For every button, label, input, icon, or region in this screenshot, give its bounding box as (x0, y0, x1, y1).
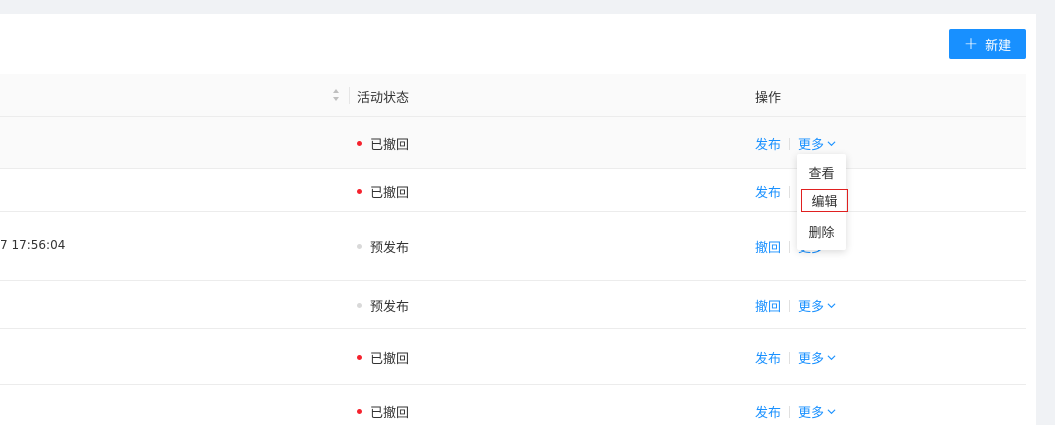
ops-divider (789, 299, 791, 312)
dropdown-item-view[interactable]: 查看 (797, 160, 846, 184)
status-badge: 已撤回 (357, 402, 409, 421)
status-badge: 已撤回 (357, 182, 409, 201)
chevron-down-icon (827, 409, 836, 415)
more-dropdown[interactable]: 更多 (798, 296, 836, 315)
more-label: 更多 (798, 138, 825, 153)
publish-link[interactable]: 发布 (755, 182, 781, 201)
header-ops: 操作 (755, 91, 782, 106)
status-badge: 已撤回 (357, 348, 409, 367)
status-text: 已撤回 (370, 138, 410, 153)
more-label: 更多 (798, 406, 825, 421)
ops-divider (789, 185, 791, 198)
status-text: 已撤回 (370, 186, 410, 201)
table-header: 活动状态 操作 (0, 74, 1026, 117)
table-row: 预发布 撤回 更多 (0, 281, 1026, 329)
withdraw-link[interactable]: 撤回 (755, 237, 781, 256)
row-ops: 撤回 更多 (755, 296, 836, 315)
status-badge: 预发布 (357, 296, 409, 315)
header-status: 活动状态 (357, 91, 410, 106)
status-badge: 预发布 (357, 237, 409, 256)
status-dot-icon (357, 244, 362, 249)
chevron-down-icon (827, 141, 836, 147)
status-dot-icon (357, 189, 362, 194)
status-text: 预发布 (370, 241, 410, 256)
table-row: 已撤回 发布 更多 (0, 169, 1026, 212)
table-row: 已撤回 发布 更多 (0, 385, 1026, 425)
ops-divider (789, 137, 791, 150)
status-dot-icon (357, 141, 362, 146)
table-row: 已撤回 发布 更多 (0, 117, 1026, 169)
ops-divider (789, 240, 791, 253)
ops-divider (789, 405, 791, 418)
publish-link[interactable]: 发布 (755, 348, 781, 367)
dropdown-item-edit[interactable]: 编辑 (801, 189, 848, 212)
status-text: 预发布 (370, 300, 410, 315)
more-dropdown[interactable]: 更多 (798, 134, 836, 153)
status-text: 已撤回 (370, 352, 410, 367)
publish-link[interactable]: 发布 (755, 402, 781, 421)
publish-link[interactable]: 发布 (755, 134, 781, 153)
chevron-down-icon (827, 303, 836, 309)
row-ops: 发布 更多 (755, 348, 836, 367)
new-button[interactable]: + 新建 (949, 29, 1026, 59)
row-ops: 发布 更多 (755, 402, 836, 421)
more-dropdown[interactable]: 更多 (798, 402, 836, 421)
new-button-label: 新建 (985, 38, 1012, 54)
status-badge: 已撤回 (357, 134, 409, 153)
more-dropdown[interactable]: 更多 (798, 348, 836, 367)
withdraw-link[interactable]: 撤回 (755, 296, 781, 315)
ops-divider (789, 351, 791, 364)
more-dropdown-menu: 查看 编辑 删除 (797, 154, 848, 250)
table-row: 7 17:56:04 预发布 撤回 更多 (0, 212, 1026, 281)
header-divider (349, 87, 350, 104)
sort-icon[interactable] (332, 88, 340, 102)
status-dot-icon (357, 409, 362, 414)
dropdown-item-delete[interactable]: 删除 (797, 219, 846, 243)
status-text: 已撤回 (370, 406, 410, 421)
row-ops: 发布 更多 (755, 134, 836, 153)
chevron-down-icon (827, 355, 836, 361)
status-dot-icon (357, 355, 362, 360)
more-label: 更多 (798, 352, 825, 367)
status-dot-icon (357, 303, 362, 308)
plus-icon: + (963, 33, 979, 54)
row-time: 7 17:56:04 (0, 238, 66, 252)
more-label: 更多 (798, 300, 825, 315)
table-row: 已撤回 发布 更多 (0, 329, 1026, 385)
